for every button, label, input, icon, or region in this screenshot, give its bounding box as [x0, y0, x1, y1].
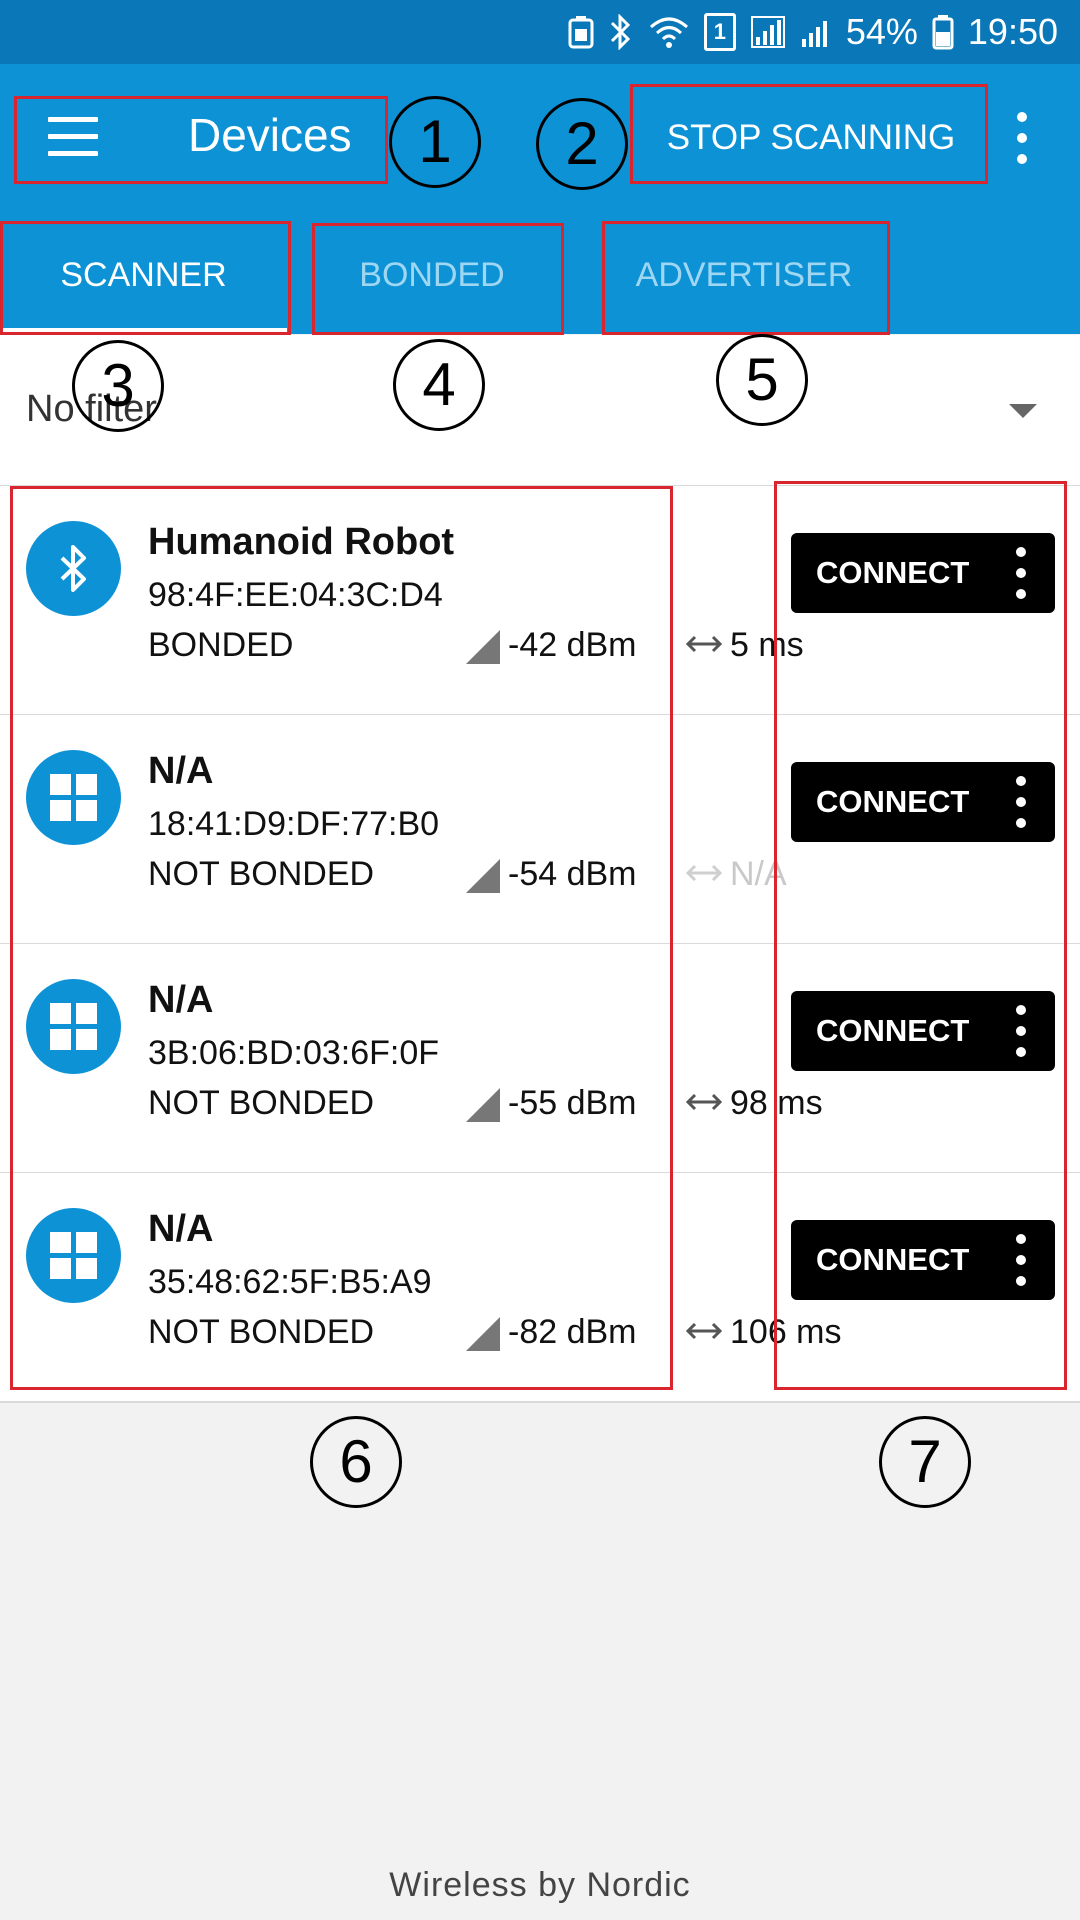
annotation-box-3 [0, 221, 291, 335]
annotation-box-4 [312, 223, 564, 335]
annotation-number-2: 2 [536, 98, 628, 190]
interval-arrow-icon [685, 864, 723, 882]
annotation-box-2 [630, 84, 988, 184]
annotation-box-5 [602, 221, 890, 335]
footer-brand: Wireless by Nordic [389, 1866, 691, 1904]
status-icons: 1 54% 19:50 [568, 8, 1058, 56]
filter-dropdown[interactable] [0, 335, 1080, 487]
signal-strength-icon [750, 16, 785, 48]
signal-strength-2-icon [801, 21, 827, 47]
interval-arrow-icon [685, 1322, 723, 1340]
sim-slot-badge: 1 [703, 13, 736, 51]
annotation-box-1 [14, 96, 388, 184]
overflow-menu-icon[interactable] [1010, 112, 1034, 164]
annotation-number-3: 3 [72, 340, 164, 432]
dropdown-arrow-icon[interactable] [1009, 404, 1037, 418]
annotation-number-6: 6 [310, 1416, 402, 1508]
clock: 19:50 [967, 11, 1058, 52]
battery-saver-icon [568, 16, 594, 49]
annotation-number-1: 1 [389, 96, 481, 188]
wifi-icon [649, 17, 688, 48]
interval-arrow-icon [685, 1093, 723, 1111]
annotation-number-5: 5 [716, 334, 808, 426]
status-bar: 1 54% 19:50 [0, 0, 1080, 64]
annotation-box-7 [774, 481, 1067, 1390]
annotation-number-7: 7 [879, 1416, 971, 1508]
bluetooth-status-icon [610, 14, 630, 50]
battery-percent: 54% [845, 11, 918, 52]
interval-arrow-icon [685, 635, 723, 653]
annotation-number-4: 4 [393, 339, 485, 431]
battery-icon [932, 15, 954, 50]
annotation-box-6 [10, 486, 673, 1390]
